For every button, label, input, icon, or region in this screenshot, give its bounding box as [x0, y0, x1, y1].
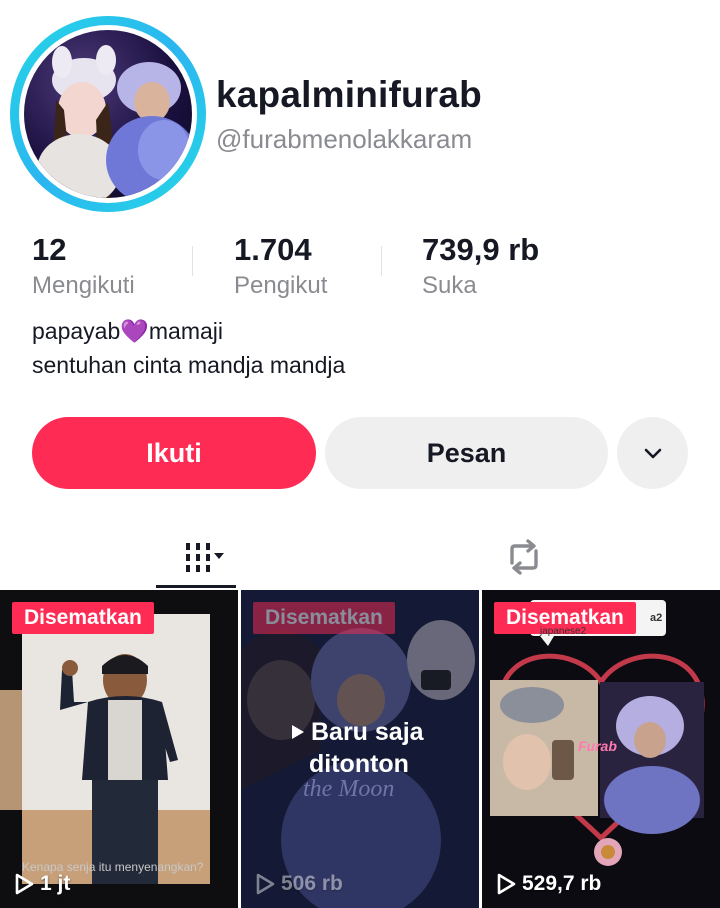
- recently-watched-label: Baru saja ditonton: [291, 716, 424, 780]
- sticker-caption: a2: [650, 612, 663, 624]
- play-icon: [15, 873, 34, 895]
- stat-followers-value: 1.704: [234, 232, 312, 267]
- stat-followers-label: Pengikut: [234, 272, 328, 299]
- pinned-badge: Disematkan: [12, 602, 154, 634]
- stat-likes-label: Suka: [422, 272, 477, 299]
- view-count: 529,7 rb: [496, 872, 601, 896]
- stat-divider: [381, 246, 382, 276]
- sticker-caption: japanese2: [540, 626, 587, 637]
- more-options-button[interactable]: [617, 417, 688, 489]
- play-icon: [256, 873, 275, 895]
- sticker-label: Furab: [578, 738, 617, 754]
- recently-watched-line1: Baru saja: [311, 718, 424, 746]
- stat-following[interactable]: 12 Mengikuti: [32, 232, 135, 300]
- play-icon: [497, 873, 516, 895]
- stat-divider: [192, 246, 193, 276]
- video-caption: the Moon: [303, 776, 395, 802]
- view-count-value: 506 rb: [281, 872, 343, 895]
- follow-button[interactable]: Ikuti: [32, 417, 316, 489]
- user-handle: @furabmenolakkaram: [216, 124, 473, 154]
- stat-following-label: Mengikuti: [32, 272, 135, 299]
- avatar[interactable]: [19, 25, 197, 203]
- chevron-down-icon: [644, 448, 661, 459]
- active-tab-indicator: [156, 585, 236, 588]
- message-button[interactable]: Pesan: [325, 417, 608, 489]
- pinned-badge: Disematkan: [253, 602, 395, 634]
- view-count: 1 jt: [14, 872, 70, 896]
- video-thumbnail[interactable]: Disematkan japanese2 a2 Furab 529,7 rb: [482, 590, 720, 908]
- stat-likes-value: 739,9 rb: [422, 232, 540, 267]
- avatar-ring[interactable]: [10, 16, 206, 212]
- bio-line: papayab💜mamaji: [32, 318, 224, 344]
- avatar-photo: [24, 30, 192, 198]
- bio-line: sentuhan cinta mandja mandja: [32, 352, 346, 378]
- username: kapalminifurab: [216, 74, 482, 115]
- repost-icon: [510, 539, 538, 575]
- play-icon: [292, 725, 304, 739]
- stat-followers[interactable]: 1.704 Pengikut: [234, 232, 327, 300]
- view-count-value: 1 jt: [40, 872, 71, 895]
- view-count: 506 rb: [255, 872, 343, 896]
- video-thumbnail[interactable]: Disematkan Baru saja ditonton the Moon 5…: [241, 590, 479, 908]
- videos-grid-icon: [186, 543, 224, 572]
- stat-likes[interactable]: 739,9 rb Suka: [422, 232, 539, 300]
- tab-videos[interactable]: [156, 524, 236, 590]
- stat-following-value: 12: [32, 232, 67, 267]
- view-count-value: 529,7 rb: [522, 872, 602, 895]
- tab-reposts[interactable]: [484, 524, 564, 590]
- video-thumbnail[interactable]: Disematkan Kenapa senja itu menyenangkan…: [0, 590, 238, 908]
